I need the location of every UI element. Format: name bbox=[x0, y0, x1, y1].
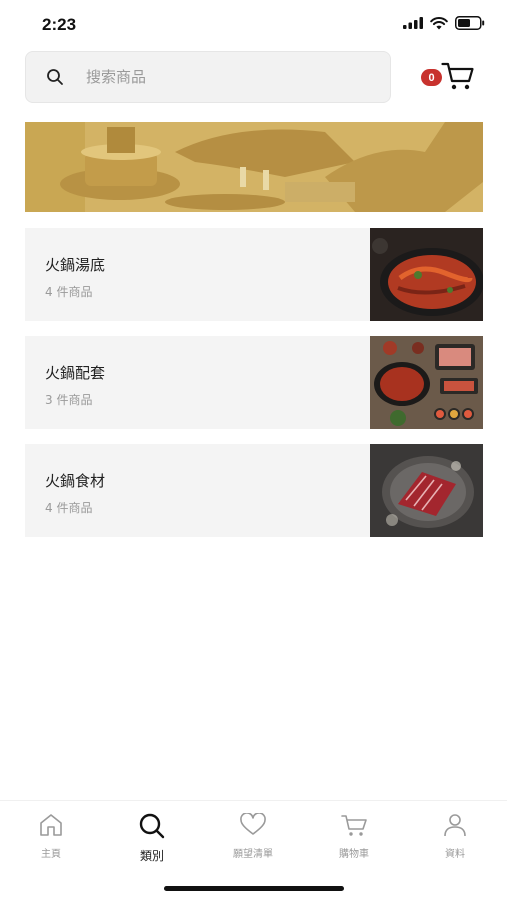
category-list: 火鍋湯底 4 件商品 火鍋配套 3 件商品 火鍋食材 4 件商品 bbox=[25, 228, 483, 552]
heart-icon bbox=[240, 812, 266, 835]
bottom-tab-bar: 主頁 類別 願望清單 購物車 資料 bbox=[0, 800, 507, 900]
category-count: 4 件商品 bbox=[45, 501, 93, 515]
tab-label: 資料 bbox=[445, 849, 465, 860]
category-text: 火鍋配套 3 件商品 bbox=[25, 336, 370, 429]
hotpot-set-image bbox=[370, 336, 483, 429]
tab-label: 願望清單 bbox=[233, 849, 273, 860]
tab-profile[interactable]: 資料 bbox=[415, 813, 495, 860]
search-row: 0 bbox=[25, 51, 485, 103]
tab-label: 主頁 bbox=[41, 849, 61, 860]
category-card[interactable]: 火鍋湯底 4 件商品 bbox=[25, 228, 483, 321]
category-thumbnail bbox=[370, 336, 483, 429]
signal-icon bbox=[403, 17, 423, 29]
hotpot-soup-image bbox=[370, 228, 483, 321]
promo-banner[interactable] bbox=[25, 122, 483, 212]
home-icon bbox=[40, 814, 62, 836]
search-input[interactable] bbox=[86, 68, 346, 86]
home-indicator bbox=[164, 886, 344, 891]
user-icon bbox=[444, 814, 466, 837]
cart-icon bbox=[441, 62, 474, 90]
tab-categories[interactable]: 類別 bbox=[112, 813, 192, 864]
hotpot-ingredients-image bbox=[370, 444, 483, 537]
status-time: 2:23 bbox=[42, 15, 77, 34]
category-thumbnail bbox=[370, 444, 483, 537]
category-count: 3 件商品 bbox=[45, 393, 93, 407]
wifi-icon bbox=[430, 16, 448, 29]
category-name: 火鍋配套 bbox=[45, 364, 106, 382]
tab-home[interactable]: 主頁 bbox=[11, 813, 91, 860]
search-icon bbox=[47, 69, 63, 85]
cart-count-badge: 0 bbox=[421, 69, 442, 86]
banner-image bbox=[25, 122, 483, 212]
category-count: 4 件商品 bbox=[45, 285, 93, 299]
category-thumbnail bbox=[370, 228, 483, 321]
status-bar: 2:23 bbox=[0, 0, 507, 44]
header-cart-button[interactable]: 0 bbox=[421, 61, 479, 95]
tab-label: 購物車 bbox=[339, 849, 369, 860]
search-box[interactable] bbox=[25, 51, 391, 103]
search-icon bbox=[139, 813, 165, 839]
category-text: 火鍋食材 4 件商品 bbox=[25, 444, 370, 537]
status-icons bbox=[403, 16, 485, 30]
category-card[interactable]: 火鍋配套 3 件商品 bbox=[25, 336, 483, 429]
battery-icon bbox=[455, 16, 485, 30]
category-text: 火鍋湯底 4 件商品 bbox=[25, 228, 370, 321]
category-name: 火鍋湯底 bbox=[45, 256, 106, 274]
category-name: 火鍋食材 bbox=[45, 472, 106, 490]
category-card[interactable]: 火鍋食材 4 件商品 bbox=[25, 444, 483, 537]
tab-label: 類別 bbox=[139, 849, 164, 863]
cart-icon bbox=[341, 815, 367, 836]
tab-cart[interactable]: 購物車 bbox=[314, 813, 394, 860]
tab-wishlist[interactable]: 願望清單 bbox=[213, 812, 293, 860]
